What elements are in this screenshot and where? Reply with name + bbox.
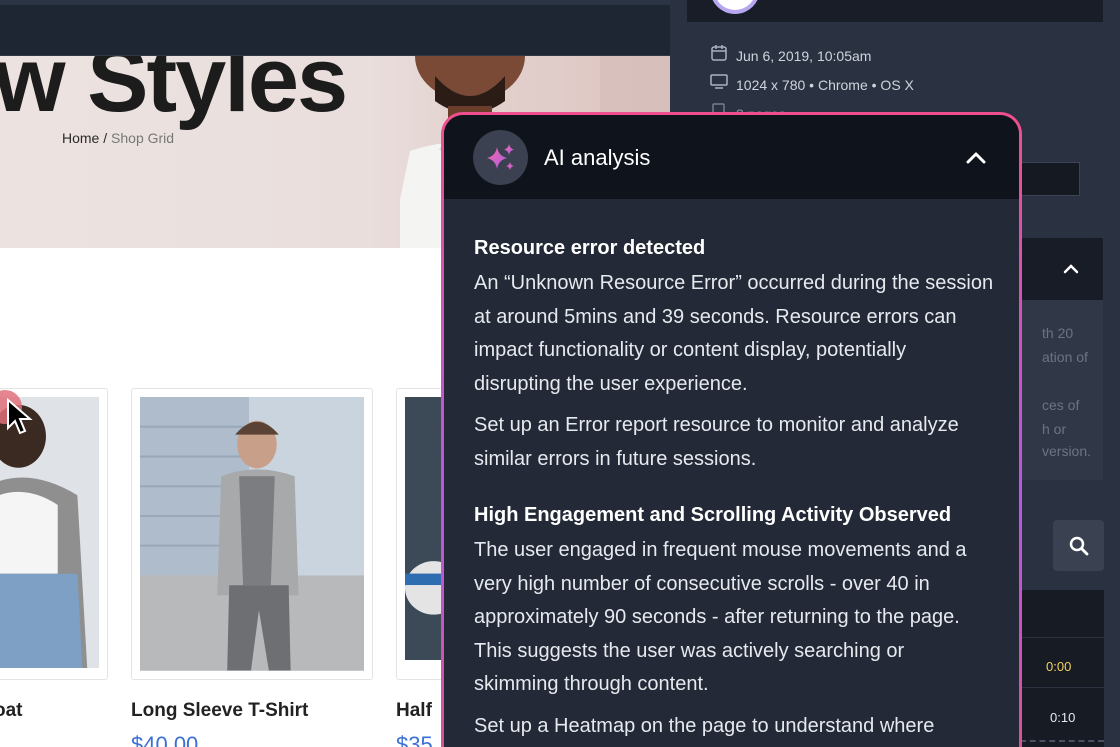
timeline-time[interactable]: 0:10: [1050, 710, 1075, 725]
section-paragraph: The user engaged in frequent mouse movem…: [474, 539, 967, 695]
faint-text: th 20: [1042, 325, 1074, 341]
hero-title: w Styles: [0, 56, 348, 131]
ai-badge: [473, 130, 528, 185]
ai-analysis-header[interactable]: AI analysis: [444, 115, 1019, 199]
chevron-up-icon: [966, 152, 986, 164]
product-price: $40.00: [131, 732, 199, 747]
product-card[interactable]: [131, 388, 373, 680]
search-button[interactable]: [1053, 520, 1104, 571]
timeline-time[interactable]: 0:00: [1046, 659, 1071, 674]
session-date-text: Jun 6, 2019, 10:05am: [736, 48, 872, 64]
faint-text: ces of: [1042, 397, 1080, 413]
section-recommendation: Set up an Error report resource to monit…: [474, 414, 959, 470]
calendar-icon: [711, 45, 727, 61]
session-device-text: 1024 x 780 • Chrome • OS X: [736, 77, 914, 93]
section-recommendation: Set up a Heatmap on the page to understa…: [474, 714, 935, 737]
ai-analysis-content: Resource error detected An “Unknown Reso…: [474, 233, 994, 743]
sparkles-icon: [486, 143, 514, 170]
section-paragraph: An “Unknown Resource Error” occurred dur…: [474, 272, 994, 395]
collapse-button[interactable]: [962, 145, 990, 171]
product-image: [140, 397, 364, 671]
monitor-icon: [710, 74, 728, 89]
site-header: [0, 0, 670, 56]
product-title[interactable]: Long Sleeve T-Shirt: [131, 700, 308, 722]
faint-text: h or: [1042, 421, 1067, 437]
section-heading: Resource error detected: [474, 237, 706, 259]
breadcrumb: Home / Shop Grid: [62, 130, 174, 146]
chevron-up-icon[interactable]: [1063, 263, 1079, 275]
ai-analysis-popover: AI analysis Resource error detected An “…: [441, 112, 1022, 747]
ai-analysis-title: AI analysis: [544, 145, 651, 170]
breadcrumb-home-link[interactable]: Home: [62, 130, 99, 146]
breadcrumb-separator: /: [99, 130, 112, 146]
product-title[interactable]: oat: [0, 700, 23, 722]
session-date: Jun 6, 2019, 10:05am: [710, 45, 871, 64]
section-heading: High Engagement and Scrolling Activity O…: [474, 504, 952, 526]
search-icon: [1069, 536, 1088, 555]
breadcrumb-current: Shop Grid: [111, 130, 175, 146]
mouse-cursor-icon: [7, 398, 33, 435]
session-device: 1024 x 780 • Chrome • OS X: [710, 74, 914, 93]
product-title[interactable]: Half: [396, 700, 432, 722]
product-price: $35: [396, 732, 433, 747]
faint-text: version.: [1042, 443, 1092, 459]
faint-text: ation of: [1042, 349, 1088, 365]
